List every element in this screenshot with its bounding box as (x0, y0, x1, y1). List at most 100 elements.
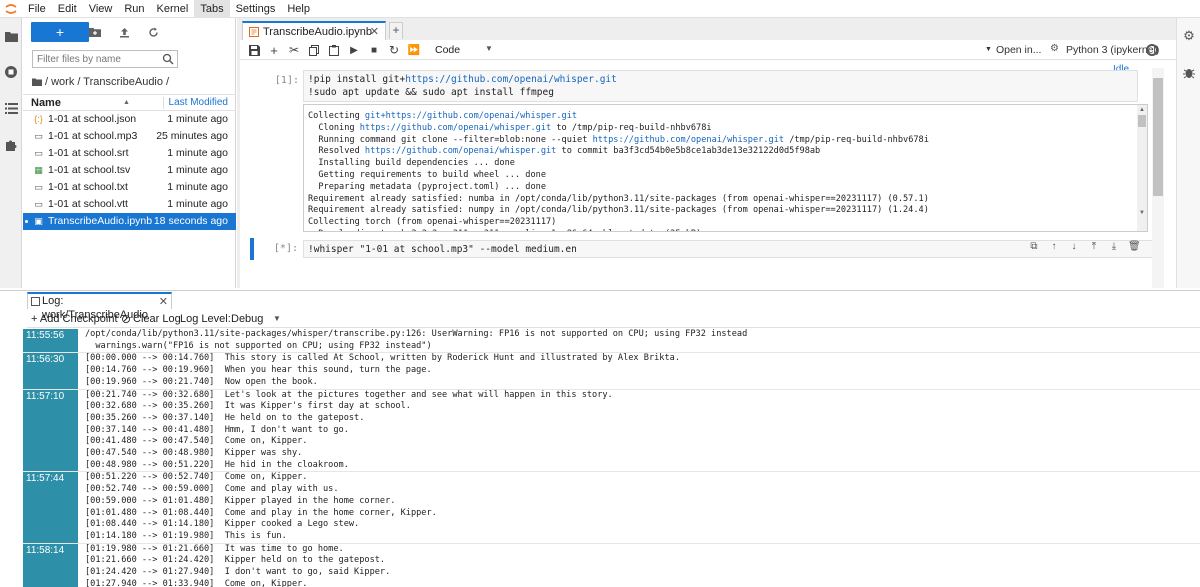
add-checkpoint-button[interactable]: + Add Checkpoint (31, 310, 118, 328)
notebook-area: TranscribeAudio.ipynb ✕ + + ✂ ▶ ■ ↻ ⏩ Co… (237, 18, 1176, 288)
file-row-vtt[interactable]: ▭ 1-01 at school.vtt 1 minute ago (23, 196, 236, 213)
menu-kernel[interactable]: Kernel (151, 0, 195, 18)
active-code-cell[interactable]: [*]: !whisper "1-01 at school.mp3" --mod… (250, 238, 1156, 260)
delete-cell-icon[interactable]: 🗑 (1128, 241, 1141, 253)
notebook-scroll-thumb[interactable] (1153, 78, 1163, 196)
output-scroll-thumb[interactable] (1138, 115, 1146, 127)
refresh-icon[interactable] (145, 24, 161, 40)
file-row-srt[interactable]: ▭ 1-01 at school.srt 1 minute ago (23, 145, 236, 162)
menu-tabs[interactable]: Tabs (194, 0, 230, 18)
add-cell-icon[interactable]: + (266, 42, 282, 58)
move-down-icon[interactable]: ↓ (1068, 241, 1080, 253)
log-icon (31, 297, 40, 306)
new-folder-icon[interactable] (87, 24, 103, 40)
cell-prompt: [*]: (273, 243, 298, 254)
output-text: Collecting git+https://github.com/openai… (308, 111, 929, 231)
restart-icon[interactable]: ↻ (386, 42, 402, 58)
folder-icon[interactable] (32, 78, 42, 86)
duplicate-cell-icon[interactable]: ⧉ (1028, 241, 1040, 253)
log-console-panel: Log: work/TranscribeAudio ✕ + Add Checkp… (0, 290, 1200, 587)
new-tab-button[interactable]: + (389, 22, 403, 39)
toc-list-icon[interactable] (3, 100, 19, 116)
log-entries: 11:55:56/opt/conda/lib/python3.11/site-p… (23, 329, 1200, 587)
menu-help[interactable]: Help (281, 0, 316, 18)
insert-above-icon[interactable]: ⤒ (1088, 241, 1100, 253)
file-icon: ▭ (34, 131, 43, 141)
move-up-icon[interactable]: ↑ (1048, 241, 1060, 253)
cut-icon[interactable]: ✂ (286, 42, 302, 58)
column-header-last-modified[interactable]: Last Modified (169, 97, 228, 108)
open-in-label: Open in... (995, 44, 1042, 56)
save-icon[interactable] (246, 42, 262, 58)
scroll-up-icon[interactable]: ▲ (1138, 106, 1146, 114)
tab-title: TranscribeAudio.ipynb (263, 25, 373, 38)
close-icon[interactable]: ✕ (159, 295, 168, 309)
log-message: [01:19.980 --> 01:21.660] It was time to… (85, 543, 391, 587)
output-line: Requirement already satisfied: numpy in … (308, 205, 929, 216)
run-icon[interactable]: ▶ (346, 42, 362, 58)
log-timestamp: 11:58:14 (23, 543, 78, 587)
file-row-txt[interactable]: ▭ 1-01 at school.txt 1 minute ago (23, 179, 236, 196)
stop-icon[interactable]: ■ (366, 42, 382, 58)
column-divider[interactable] (163, 97, 164, 109)
tab-notebook[interactable]: TranscribeAudio.ipynb ✕ (242, 21, 386, 40)
running-stop-icon[interactable] (3, 64, 19, 80)
cell-output[interactable]: Collecting git+https://github.com/openai… (303, 104, 1148, 232)
log-timestamp: 11:57:44 (23, 472, 78, 543)
file-name: 1-01 at school.srt (48, 147, 129, 159)
clear-log-button[interactable]: Clear Log (133, 310, 181, 328)
scroll-down-icon[interactable]: ▼ (1138, 209, 1146, 217)
notebook-panel: + ✂ ▶ ■ ↻ ⏩ Code ▼ ▼ Open in... ⚙ Python… (240, 40, 1176, 288)
menu-file[interactable]: File (22, 0, 52, 18)
insert-below-icon[interactable]: ⤓ (1108, 241, 1120, 253)
code-line: !sudo apt update && sudo apt install ffm… (308, 87, 554, 98)
file-row-notebook[interactable]: ▣ TranscribeAudio.ipynb 18 seconds ago (23, 213, 236, 230)
sort-ascending-icon: ▲ (123, 99, 130, 106)
output-line: Collecting torch (from openai-whisper==2… (308, 217, 557, 228)
json-file-icon: {:} (34, 114, 43, 124)
log-message: [00:00.000 --> 00:14.760] This story is … (85, 353, 680, 387)
file-row-mp3[interactable]: ▭ 1-01 at school.mp3 25 minutes ago (23, 128, 236, 145)
file-icon: ▭ (34, 182, 43, 192)
clear-icon[interactable]: ⊘ (121, 310, 131, 328)
code-cell-input[interactable]: !pip install git+https://github.com/open… (303, 70, 1138, 102)
log-message: [00:51.220 --> 00:52.740] Come on, Kippe… (85, 472, 437, 541)
file-row-tsv[interactable]: ▦ 1-01 at school.tsv 1 minute ago (23, 162, 236, 179)
output-line: Getting requirements to build wheel ... … (308, 169, 546, 180)
log-message: [00:21.740 --> 00:32.680] Let's look at … (85, 389, 613, 470)
breadcrumb-path[interactable]: / work / TranscribeAudio / (45, 76, 169, 88)
upload-icon[interactable] (116, 24, 132, 40)
menu-settings[interactable]: Settings (230, 0, 282, 18)
chevron-down-icon: ▼ (485, 44, 493, 53)
log-level-select[interactable]: Debug (231, 310, 263, 328)
log-entry-group: 11:57:10 [00:21.740 --> 00:32.680] Let's … (23, 389, 1200, 473)
output-line: Resolved https://github.com/openai/whisp… (308, 146, 821, 157)
tab-log[interactable]: Log: work/TranscribeAudio ✕ (27, 292, 172, 321)
right-sidebar-rail: ⚙ (1176, 18, 1200, 288)
paste-icon[interactable] (326, 42, 342, 58)
log-timestamp: 11:56:30 (23, 353, 78, 389)
debugger-bug-icon[interactable] (1181, 64, 1197, 80)
open-in-button[interactable]: ▼ Open in... (985, 42, 1041, 58)
file-modified-time: 1 minute ago (167, 113, 228, 125)
menu-run[interactable]: Run (118, 0, 150, 18)
column-header-name[interactable]: Name (31, 97, 61, 109)
file-filter-input[interactable] (37, 52, 157, 66)
notebook-tab-bar: TranscribeAudio.ipynb ✕ + (237, 21, 1176, 40)
log-entry-group: 11:57:44 [00:51.220 --> 00:52.740] Come o… (23, 472, 1200, 544)
file-browser-toolbar: + (23, 22, 236, 44)
property-inspector-gears-icon[interactable]: ⚙ (1181, 28, 1197, 44)
menu-edit[interactable]: Edit (52, 0, 83, 18)
extensions-puzzle-icon[interactable] (3, 136, 19, 152)
close-icon[interactable]: ✕ (370, 25, 379, 38)
menu-view[interactable]: View (83, 0, 119, 18)
spreadsheet-file-icon: ▦ (34, 165, 43, 175)
folder-icon[interactable] (3, 28, 19, 44)
chevron-down-icon: ▼ (273, 314, 281, 323)
copy-icon[interactable] (306, 42, 322, 58)
new-launcher-button[interactable]: + (31, 22, 89, 42)
restart-run-all-icon[interactable]: ⏩ (406, 42, 422, 58)
file-row-json[interactable]: {:} 1-01 at school.json 1 minute ago (23, 111, 236, 128)
file-listing-header: Name ▲ Last Modified (23, 94, 236, 111)
log-message: /opt/conda/lib/python3.11/site-packages/… (85, 329, 748, 351)
